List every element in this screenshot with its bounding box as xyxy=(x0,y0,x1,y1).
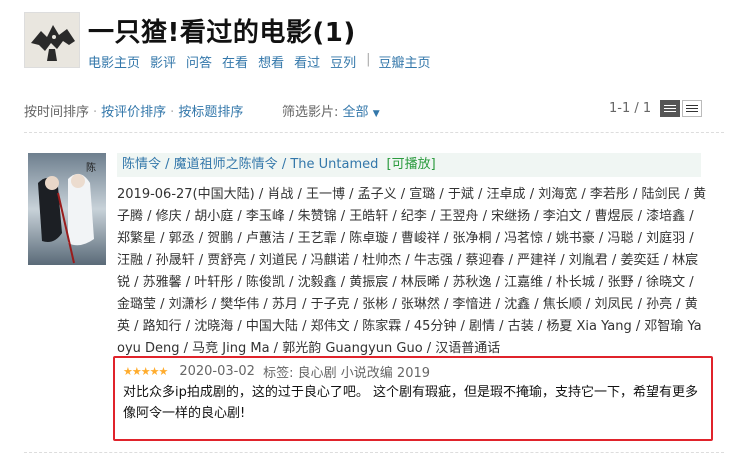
divider xyxy=(24,132,724,133)
svg-text:陈: 陈 xyxy=(86,161,96,174)
caret-down-icon: ▼ xyxy=(372,109,380,119)
movie-intro: 2019-06-27(中国大陆) / 肖战 / 王一博 / 孟子义 / 宣璐 /… xyxy=(117,187,707,356)
compact-list-view-button[interactable] xyxy=(682,100,702,117)
nav-questions[interactable]: 问答 xyxy=(186,52,212,71)
pager-count: 1-1 / 1 xyxy=(609,101,652,116)
nav-watched[interactable]: 看过 xyxy=(294,52,320,71)
page-title: 一只猹!看过的电影(1) xyxy=(88,18,356,48)
filter-label: 筛选影片: xyxy=(282,105,339,120)
sort-by-title[interactable]: 按标题排序 xyxy=(178,105,243,120)
compact-list-icon xyxy=(686,105,698,106)
nav-movie-home[interactable]: 电影主页 xyxy=(88,52,140,71)
list-icon xyxy=(664,105,676,106)
filter-dropdown[interactable]: 全部 ▼ xyxy=(343,105,380,120)
movie-title-main: 陈情令 xyxy=(122,157,162,172)
review-date: 2020-03-02 xyxy=(179,364,255,379)
review-tags: 良心剧 小说改编 2019 xyxy=(297,366,431,381)
movie-title-bar: 陈情令 / 魔道祖师之陈情令 / The Untamed [可播放] xyxy=(117,153,701,177)
avatar[interactable] xyxy=(24,12,80,68)
nav-separator: | xyxy=(366,52,371,67)
tags-label: 标签: xyxy=(263,366,294,381)
movie-title-en: The Untamed xyxy=(290,157,379,172)
list-view-button[interactable] xyxy=(660,100,680,117)
sort-separator: · xyxy=(170,105,175,120)
sort-by-rating[interactable]: 按评价排序 xyxy=(101,105,166,120)
nav-wish[interactable]: 想看 xyxy=(258,52,284,71)
movie-poster[interactable]: 陈 xyxy=(28,153,106,265)
movie-title-alt: 魔道祖师之陈情令 xyxy=(173,157,278,172)
nav-watching[interactable]: 在看 xyxy=(222,52,248,71)
filter: 筛选影片: 全部 ▼ xyxy=(282,101,380,120)
sort-separator: · xyxy=(93,105,98,120)
subnav: 电影主页 影评 问答 在看 想看 看过 豆列 | 豆瓣主页 xyxy=(88,52,441,71)
filter-value: 全部 xyxy=(342,105,369,120)
poster-image: 陈 xyxy=(28,153,106,265)
nav-reviews[interactable]: 影评 xyxy=(150,52,176,71)
user-review: ★★★★★ 2020-03-02 标签: 良心剧 小说改编 2019 对比众多i… xyxy=(113,356,713,441)
nav-douban-home[interactable]: 豆瓣主页 xyxy=(379,52,431,71)
rating-stars: ★★★★★ xyxy=(123,365,168,378)
playable-link[interactable]: [可播放] xyxy=(387,157,436,172)
review-comment: 对比众多ip拍成剧的，这的过于良心了吧。 这个剧有瑕疵，但是瑕不掩瑜，支持它一下… xyxy=(123,385,698,421)
movie-title-link[interactable]: 陈情令 / 魔道祖师之陈情令 / The Untamed xyxy=(122,157,378,172)
divider xyxy=(24,452,724,453)
review-meta: ★★★★★ 2020-03-02 标签: 良心剧 小说改编 2019 xyxy=(123,362,430,381)
nav-doulist[interactable]: 豆列 xyxy=(330,52,356,71)
sort-by-time[interactable]: 按时间排序 xyxy=(24,105,89,120)
dragon-silhouette-avatar-icon xyxy=(25,13,79,67)
sort-bar: 按时间排序 · 按评价排序 · 按标题排序 xyxy=(24,101,243,120)
